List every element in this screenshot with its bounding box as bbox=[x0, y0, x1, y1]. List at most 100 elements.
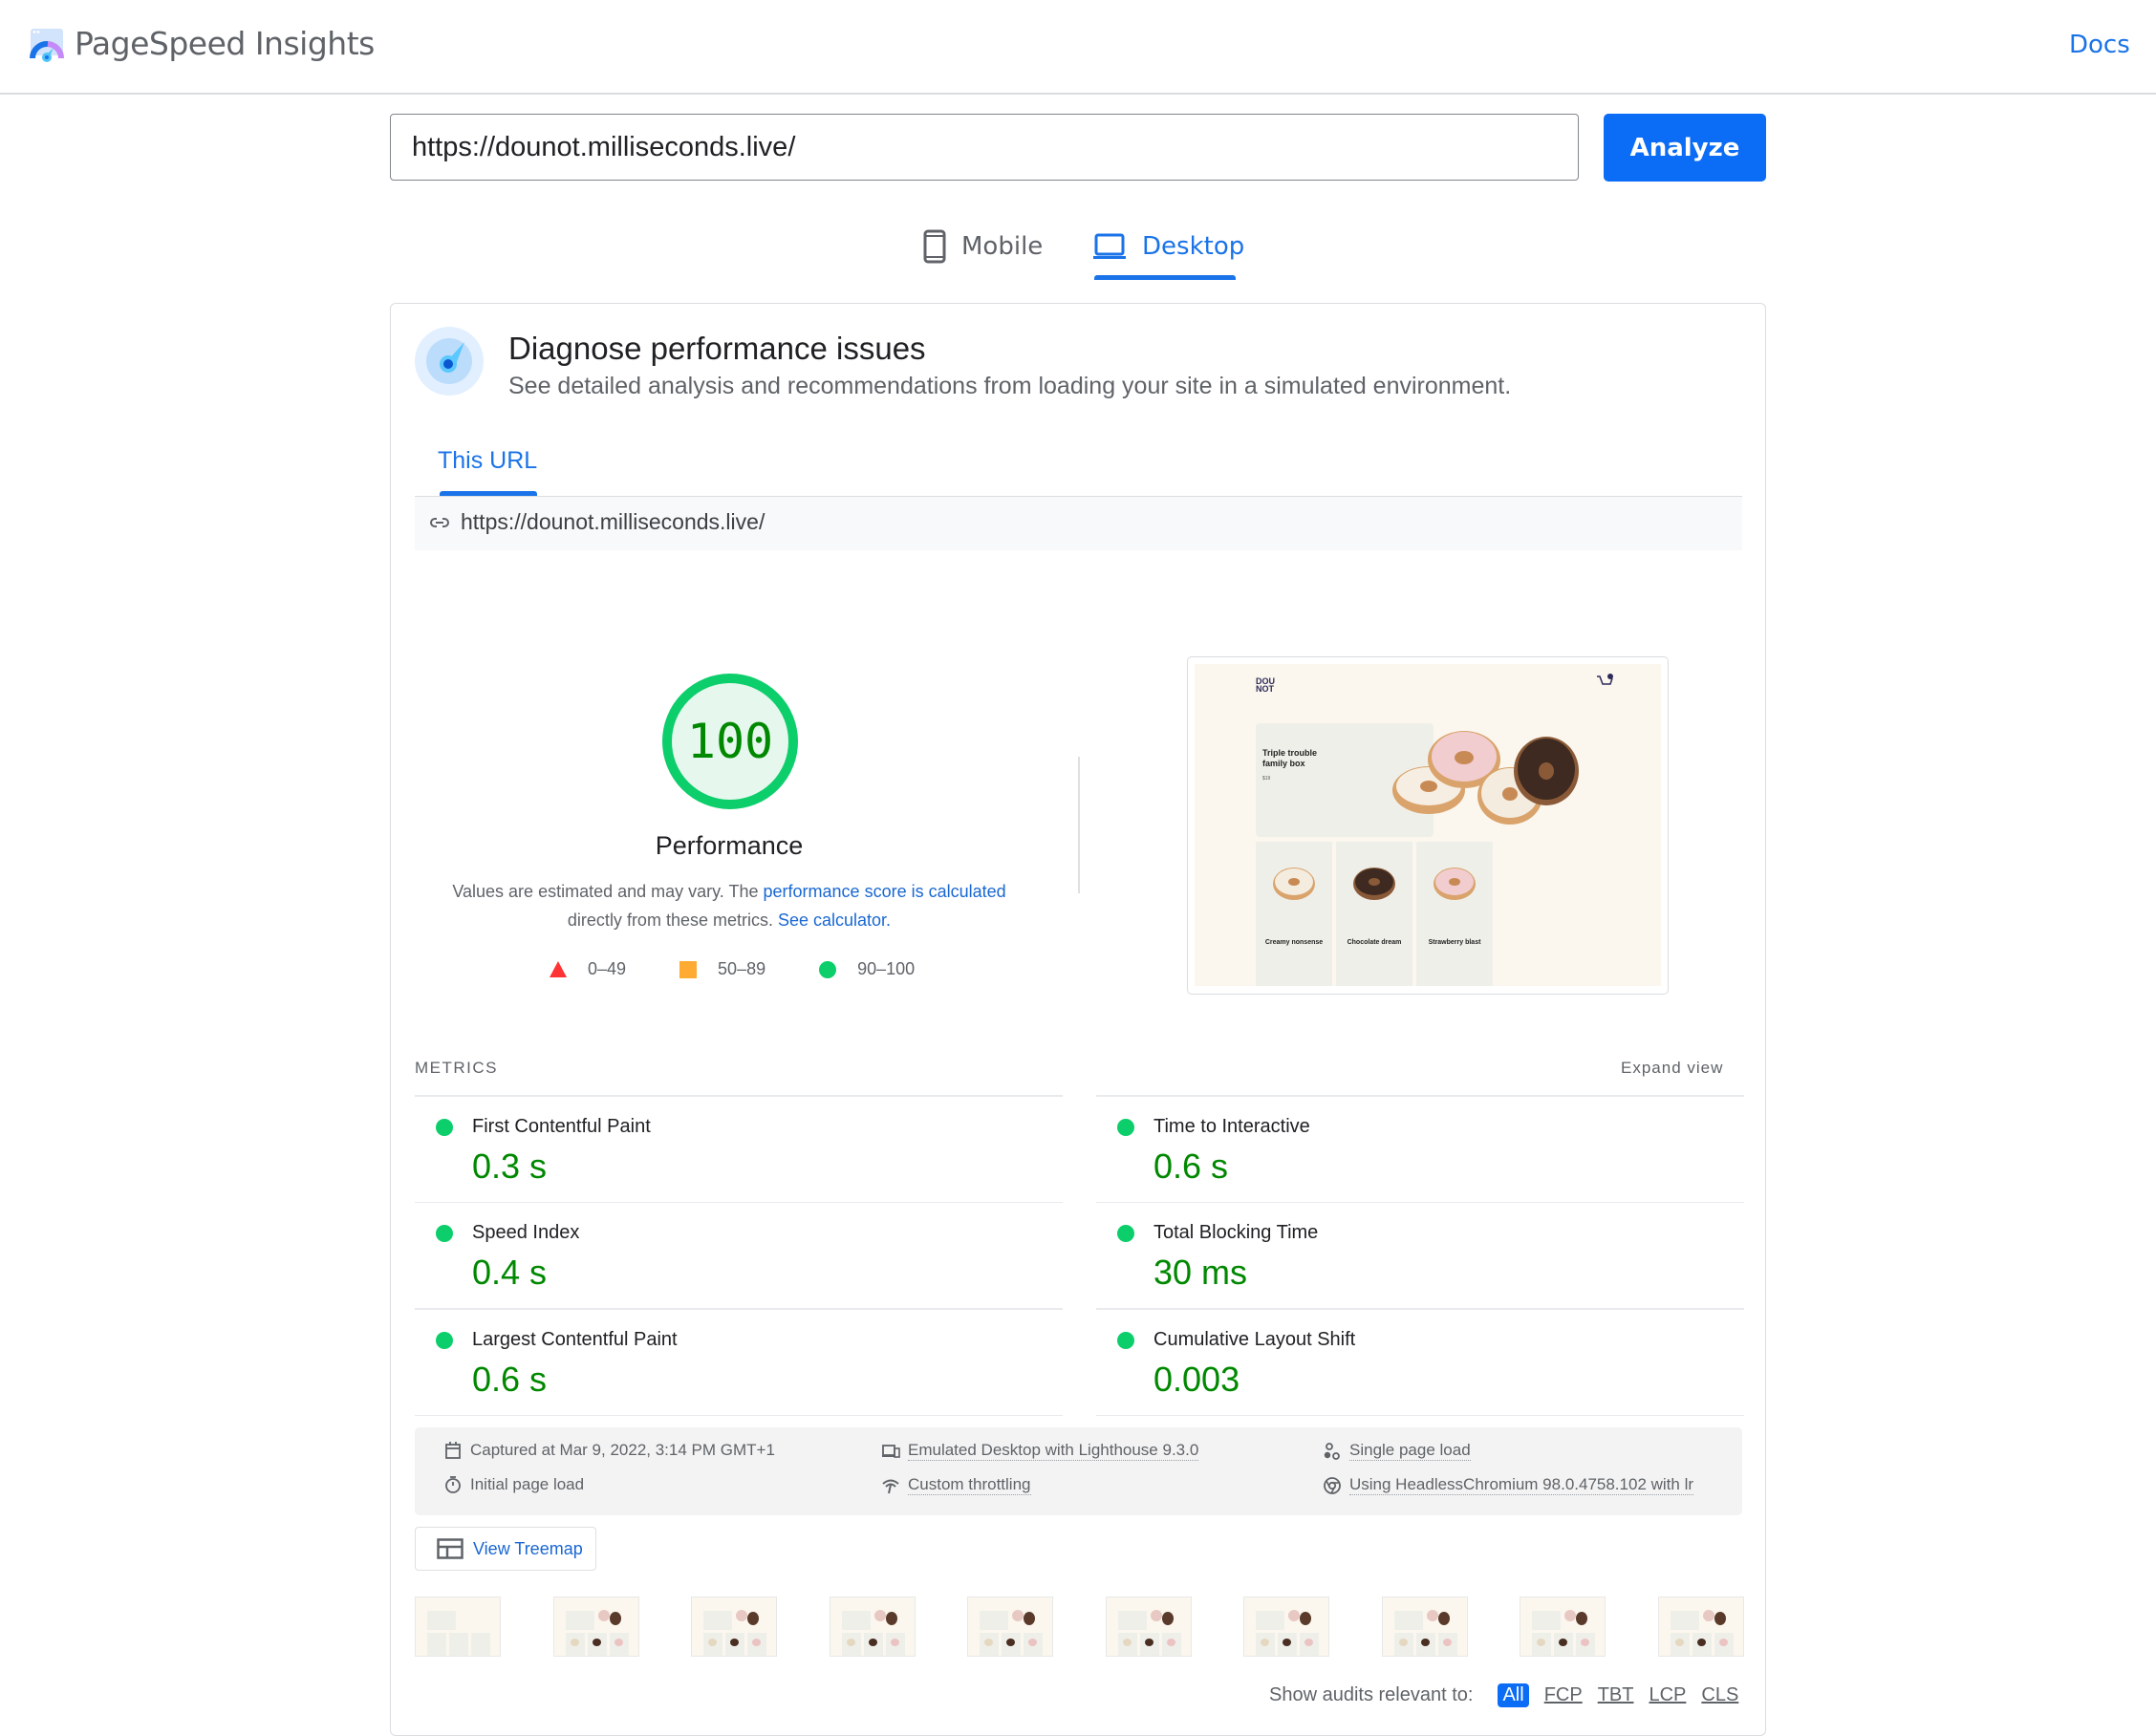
link-icon bbox=[430, 518, 449, 527]
metric-speed-index: Speed Index 0.4 s bbox=[415, 1203, 1063, 1308]
app-title[interactable]: PageSpeed Insights bbox=[75, 25, 375, 62]
tab-mobile-label: Mobile bbox=[961, 232, 1044, 261]
filmstrip-frame bbox=[829, 1597, 916, 1657]
see-calculator-link[interactable]: See calculator. bbox=[778, 911, 891, 930]
single-load-text[interactable]: Single page load bbox=[1349, 1441, 1471, 1461]
initial-load-text: Initial page load bbox=[470, 1475, 585, 1493]
product-name: Strawberry blast bbox=[1428, 939, 1481, 946]
metric-value: 0.3 s bbox=[472, 1146, 548, 1186]
performance-label: Performance bbox=[655, 831, 804, 860]
metric-name: First Contentful Paint bbox=[472, 1115, 651, 1137]
diagnose-gauge-icon bbox=[415, 327, 484, 396]
hero-price: $19 bbox=[1262, 776, 1271, 782]
nodes-icon bbox=[1324, 1442, 1340, 1460]
emulated-text[interactable]: Emulated Desktop with Lighthouse 9.3.0 bbox=[908, 1441, 1199, 1461]
metric-tbt: Total Blocking Time 30 ms bbox=[1096, 1203, 1744, 1308]
filter-fcp[interactable]: FCP bbox=[1544, 1684, 1583, 1706]
product-card-chocolate: Chocolate dream bbox=[1336, 842, 1412, 986]
audit-filter-label: Show audits relevant to: bbox=[1269, 1684, 1474, 1705]
product-card-strawberry: Strawberry blast bbox=[1416, 842, 1493, 986]
audit-filter: Show audits relevant to: All FCP TBT LCP… bbox=[1269, 1683, 1746, 1707]
pass-circle-icon bbox=[1117, 1331, 1134, 1349]
diagnose-title: Diagnose performance issues bbox=[508, 331, 926, 366]
browser-text[interactable]: Using HeadlessChromium 98.0.4758.102 wit… bbox=[1349, 1475, 1694, 1495]
view-treemap-label: View Treemap bbox=[473, 1538, 583, 1558]
square-icon bbox=[679, 960, 698, 978]
info-single-load: Single page load bbox=[1323, 1441, 1471, 1461]
score-legend: 0–49 50–89 90–100 bbox=[550, 959, 968, 979]
metric-value: 0.4 s bbox=[472, 1253, 548, 1292]
metrics-heading: METRICS bbox=[415, 1059, 498, 1077]
tab-mobile[interactable]: Mobile bbox=[923, 227, 1043, 266]
info-captured: Captured at Mar 9, 2022, 3:14 PM GMT+1 bbox=[443, 1441, 775, 1460]
circle-icon bbox=[819, 960, 837, 978]
filter-tbt[interactable]: TBT bbox=[1598, 1684, 1634, 1706]
view-treemap-button[interactable]: View Treemap bbox=[415, 1527, 596, 1571]
score-calculated-link[interactable]: performance score is calculated bbox=[764, 882, 1006, 901]
metric-name: Largest Contentful Paint bbox=[472, 1328, 678, 1350]
analyzed-url-bar: https://dounot.milliseconds.live/ bbox=[415, 496, 1742, 550]
filmstrip-frame bbox=[415, 1597, 501, 1657]
timer-icon bbox=[445, 1476, 461, 1493]
filter-all[interactable]: All bbox=[1498, 1683, 1529, 1707]
run-info-panel: Captured at Mar 9, 2022, 3:14 PM GMT+1 I… bbox=[415, 1427, 1742, 1515]
metrics-left-column: First Contentful Paint 0.3 s Speed Index… bbox=[415, 1095, 1063, 1416]
product-name: Chocolate dream bbox=[1347, 939, 1402, 946]
filmstrip-frame bbox=[1105, 1597, 1192, 1657]
metric-name: Cumulative Layout Shift bbox=[1153, 1328, 1356, 1350]
filmstrip-frame bbox=[1381, 1597, 1468, 1657]
metric-name: Speed Index bbox=[472, 1222, 580, 1243]
cart-icon bbox=[1597, 674, 1613, 685]
tab-this-url[interactable]: This URL bbox=[438, 447, 537, 475]
triangle-icon bbox=[550, 961, 567, 977]
filmstrip-frame bbox=[967, 1597, 1053, 1657]
signal-icon bbox=[882, 1479, 899, 1493]
metric-value: 30 ms bbox=[1153, 1253, 1248, 1292]
divider bbox=[415, 1414, 1063, 1416]
docs-link[interactable]: Docs bbox=[2069, 31, 2130, 59]
info-throttling: Custom throttling bbox=[881, 1475, 1031, 1495]
metric-name: Time to Interactive bbox=[1153, 1115, 1310, 1137]
performance-description: Values are estimated and may vary. The p… bbox=[420, 877, 1038, 934]
filmstrip-frame bbox=[552, 1597, 639, 1657]
calendar-icon bbox=[445, 1442, 461, 1459]
legend-pass: 90–100 bbox=[819, 959, 915, 979]
metric-cls: Cumulative Layout Shift 0.003 bbox=[1096, 1310, 1744, 1415]
legend-pass-range: 90–100 bbox=[857, 959, 916, 978]
legend-fail-range: 0–49 bbox=[588, 959, 627, 978]
filter-lcp[interactable]: LCP bbox=[1649, 1684, 1686, 1706]
diagnose-subtitle: See detailed analysis and recommendation… bbox=[508, 373, 1512, 399]
metric-value: 0.6 s bbox=[472, 1359, 548, 1399]
url-input[interactable] bbox=[390, 114, 1579, 181]
pass-circle-icon bbox=[1117, 1118, 1134, 1136]
product-name: Creamy nonsense bbox=[1264, 939, 1324, 946]
performance-score: 100 bbox=[686, 714, 774, 769]
pass-circle-icon bbox=[436, 1118, 453, 1136]
legend-average: 50–89 bbox=[679, 959, 765, 979]
metric-tti: Time to Interactive 0.6 s bbox=[1096, 1097, 1744, 1202]
info-emulated: Emulated Desktop with Lighthouse 9.3.0 bbox=[881, 1441, 1199, 1461]
captured-text: Captured at Mar 9, 2022, 3:14 PM GMT+1 bbox=[470, 1441, 775, 1459]
metric-name: Total Blocking Time bbox=[1153, 1222, 1319, 1243]
donuts-hero-image bbox=[1392, 731, 1579, 825]
final-screenshot[interactable]: DOU NOT Triple trouble family box $19 Cre… bbox=[1187, 656, 1669, 995]
info-browser: Using HeadlessChromium 98.0.4758.102 wit… bbox=[1323, 1475, 1694, 1495]
chrome-icon bbox=[1324, 1476, 1341, 1494]
filmstrip-frame bbox=[1243, 1597, 1329, 1657]
analyze-button[interactable]: Analyze bbox=[1604, 114, 1766, 182]
screenshot-canvas: DOU NOT Triple trouble family box $19 Cre… bbox=[1195, 664, 1661, 986]
tab-active-indicator bbox=[1094, 275, 1236, 280]
throttling-text[interactable]: Custom throttling bbox=[908, 1475, 1031, 1495]
treemap-icon bbox=[437, 1538, 464, 1559]
devices-icon bbox=[882, 1444, 900, 1458]
hero-title: Triple trouble family box bbox=[1262, 748, 1318, 768]
filter-cls[interactable]: CLS bbox=[1701, 1684, 1738, 1706]
metric-value: 0.6 s bbox=[1153, 1146, 1229, 1186]
filmstrip-frame bbox=[1657, 1597, 1744, 1657]
tab-desktop[interactable]: Desktop bbox=[1092, 227, 1244, 266]
filmstrip-frame bbox=[691, 1597, 777, 1657]
filmstrip-frame bbox=[1520, 1597, 1606, 1657]
expand-view-button[interactable]: Expand view bbox=[1621, 1059, 1723, 1078]
legend-fail: 0–49 bbox=[550, 959, 626, 979]
laptop-icon bbox=[1093, 233, 1126, 259]
